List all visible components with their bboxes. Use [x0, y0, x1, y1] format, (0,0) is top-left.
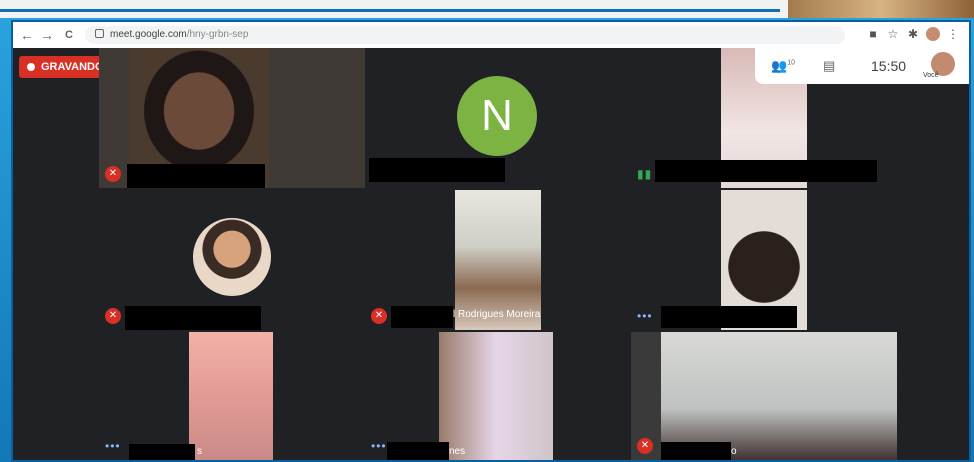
extensions-icon[interactable]: ✱ — [903, 27, 923, 41]
participant-tile[interactable]: ✕ — [99, 48, 365, 188]
participant-tile[interactable]: ✕ l Rodrigues Moreira — [365, 190, 631, 330]
redacted-name — [655, 160, 877, 182]
chat-icon[interactable]: ▤ — [823, 58, 835, 74]
mic-off-icon: ✕ — [637, 438, 653, 454]
video-feed — [189, 332, 273, 460]
forward-button[interactable]: → — [39, 27, 55, 43]
back-button[interactable]: ← — [19, 27, 35, 43]
redacted-name — [661, 306, 797, 328]
video-feed — [661, 332, 897, 460]
participant-name: nes — [449, 446, 466, 457]
mic-off-icon: ✕ — [105, 308, 121, 324]
more-options-icon: ••• — [637, 309, 653, 323]
browser-toolbar: ← → C meet.google.com/hny-grbn-sep ■ ☆ ✱ ⋮ — [13, 22, 969, 49]
meeting-top-controls: 👥10 ▤ 15:50 Você — [755, 48, 969, 84]
url-host: meet.google.com — [110, 29, 187, 40]
redacted-name — [129, 444, 195, 460]
redacted-name — [387, 442, 449, 460]
frame-top-strip — [0, 0, 974, 18]
participants-icon[interactable]: 👥10 — [771, 58, 795, 74]
url-path: /hny-grbn-sep — [186, 29, 249, 40]
participants-count: 10 — [787, 59, 795, 67]
participant-tile[interactable]: N — [365, 48, 631, 188]
meet-stage: GRAVANDO ✕ N ▮▮ ✕ ✕ l Rodrigues Moreira … — [13, 48, 969, 460]
participant-name: l Rodrigues Moreira — [453, 309, 541, 320]
more-options-icon: ••• — [371, 439, 387, 453]
redacted-name — [127, 164, 265, 188]
browser-window: ← → C meet.google.com/hny-grbn-sep ■ ☆ ✱ ⋮ … — [11, 20, 971, 462]
camera-icon[interactable]: ■ — [863, 27, 883, 41]
address-bar[interactable]: meet.google.com/hny-grbn-sep — [85, 26, 845, 44]
speaking-indicator: ▮▮ — [637, 167, 653, 181]
participant-name: s — [197, 446, 202, 457]
mic-off-icon: ✕ — [105, 166, 121, 182]
participant-tile[interactable]: ••• nes — [365, 332, 631, 460]
redacted-name — [369, 158, 505, 182]
meeting-clock: 15:50 — [871, 58, 907, 74]
participant-tile[interactable]: ✕ o — [631, 332, 897, 460]
background-photo — [788, 0, 974, 18]
video-feed — [439, 332, 553, 460]
participant-tile[interactable]: ••• s — [99, 332, 365, 460]
redacted-name — [125, 306, 261, 330]
self-label: Você — [923, 72, 939, 79]
more-options-icon: ••• — [105, 439, 121, 453]
video-feed-round — [193, 218, 271, 296]
profile-avatar[interactable] — [923, 27, 943, 41]
redacted-name — [391, 306, 453, 328]
desktop-frame: ← → C meet.google.com/hny-grbn-sep ■ ☆ ✱ ⋮ … — [0, 0, 974, 462]
reload-button[interactable]: C — [61, 27, 77, 43]
lock-icon — [95, 29, 104, 38]
redacted-name — [661, 442, 731, 460]
frame-divider — [0, 9, 780, 12]
menu-icon[interactable]: ⋮ — [943, 27, 963, 41]
participant-tile[interactable]: ✕ — [99, 190, 365, 330]
toolbar-icons: ■ ☆ ✱ ⋮ — [863, 27, 963, 41]
mic-off-icon: ✕ — [371, 308, 387, 324]
participant-name: o — [731, 446, 737, 457]
participant-tile[interactable]: ••• — [631, 190, 897, 330]
star-icon[interactable]: ☆ — [883, 27, 903, 41]
participant-avatar: N — [457, 76, 537, 156]
recording-badge: GRAVANDO — [19, 56, 112, 78]
